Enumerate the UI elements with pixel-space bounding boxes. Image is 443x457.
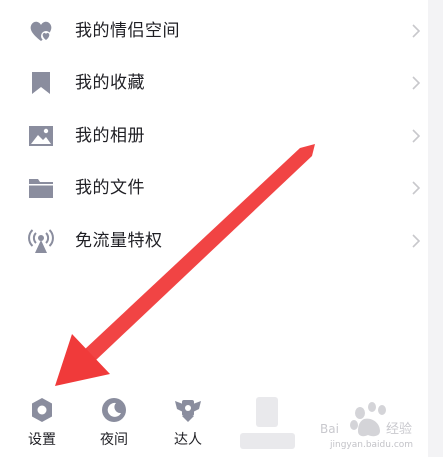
expert-label: 达人	[174, 432, 202, 448]
svg-text:经验: 经验	[386, 421, 412, 437]
winged-badge-icon	[175, 400, 201, 422]
gear-icon	[32, 398, 52, 422]
menu-item-album[interactable]: 我的相册	[0, 110, 443, 162]
broadcast-tower-icon	[28, 229, 54, 253]
chevron-right-icon	[412, 129, 421, 143]
night-mode-label: 夜间	[100, 432, 128, 448]
menu-item-label: 我的文件	[75, 178, 145, 198]
menu-item-couple-space[interactable]: 我的情侣空间	[0, 5, 443, 57]
menu-item-label: 免流量特权	[75, 231, 163, 251]
moon-icon	[102, 398, 126, 422]
menu-item-files[interactable]: 我的文件	[0, 162, 443, 214]
chevron-right-icon	[412, 234, 421, 248]
menu-item-label: 我的相册	[75, 126, 145, 146]
expert-button[interactable]: 达人	[158, 385, 218, 457]
bookmark-icon	[32, 72, 50, 94]
heart-icon	[30, 21, 52, 41]
blurred-region	[256, 397, 278, 427]
svg-text:Bai: Bai	[320, 422, 339, 436]
menu-item-label: 我的收藏	[75, 73, 145, 93]
settings-button[interactable]: 设置	[12, 385, 72, 457]
folder-icon	[29, 179, 53, 198]
blurred-region	[240, 433, 295, 449]
night-mode-button[interactable]: 夜间	[84, 385, 144, 457]
menu-item-label: 我的情侣空间	[75, 21, 180, 41]
menu-item-free-data[interactable]: 免流量特权	[0, 215, 443, 267]
settings-label: 设置	[28, 432, 56, 448]
baidu-jingyan-watermark: Bai 经验	[320, 402, 412, 437]
watermark-url: jingyan.baidu.com	[330, 440, 414, 450]
chevron-right-icon	[412, 181, 421, 195]
menu-item-favorites[interactable]: 我的收藏	[0, 57, 443, 109]
photo-icon	[29, 126, 53, 146]
chevron-right-icon	[412, 24, 421, 38]
chevron-right-icon	[412, 76, 421, 90]
